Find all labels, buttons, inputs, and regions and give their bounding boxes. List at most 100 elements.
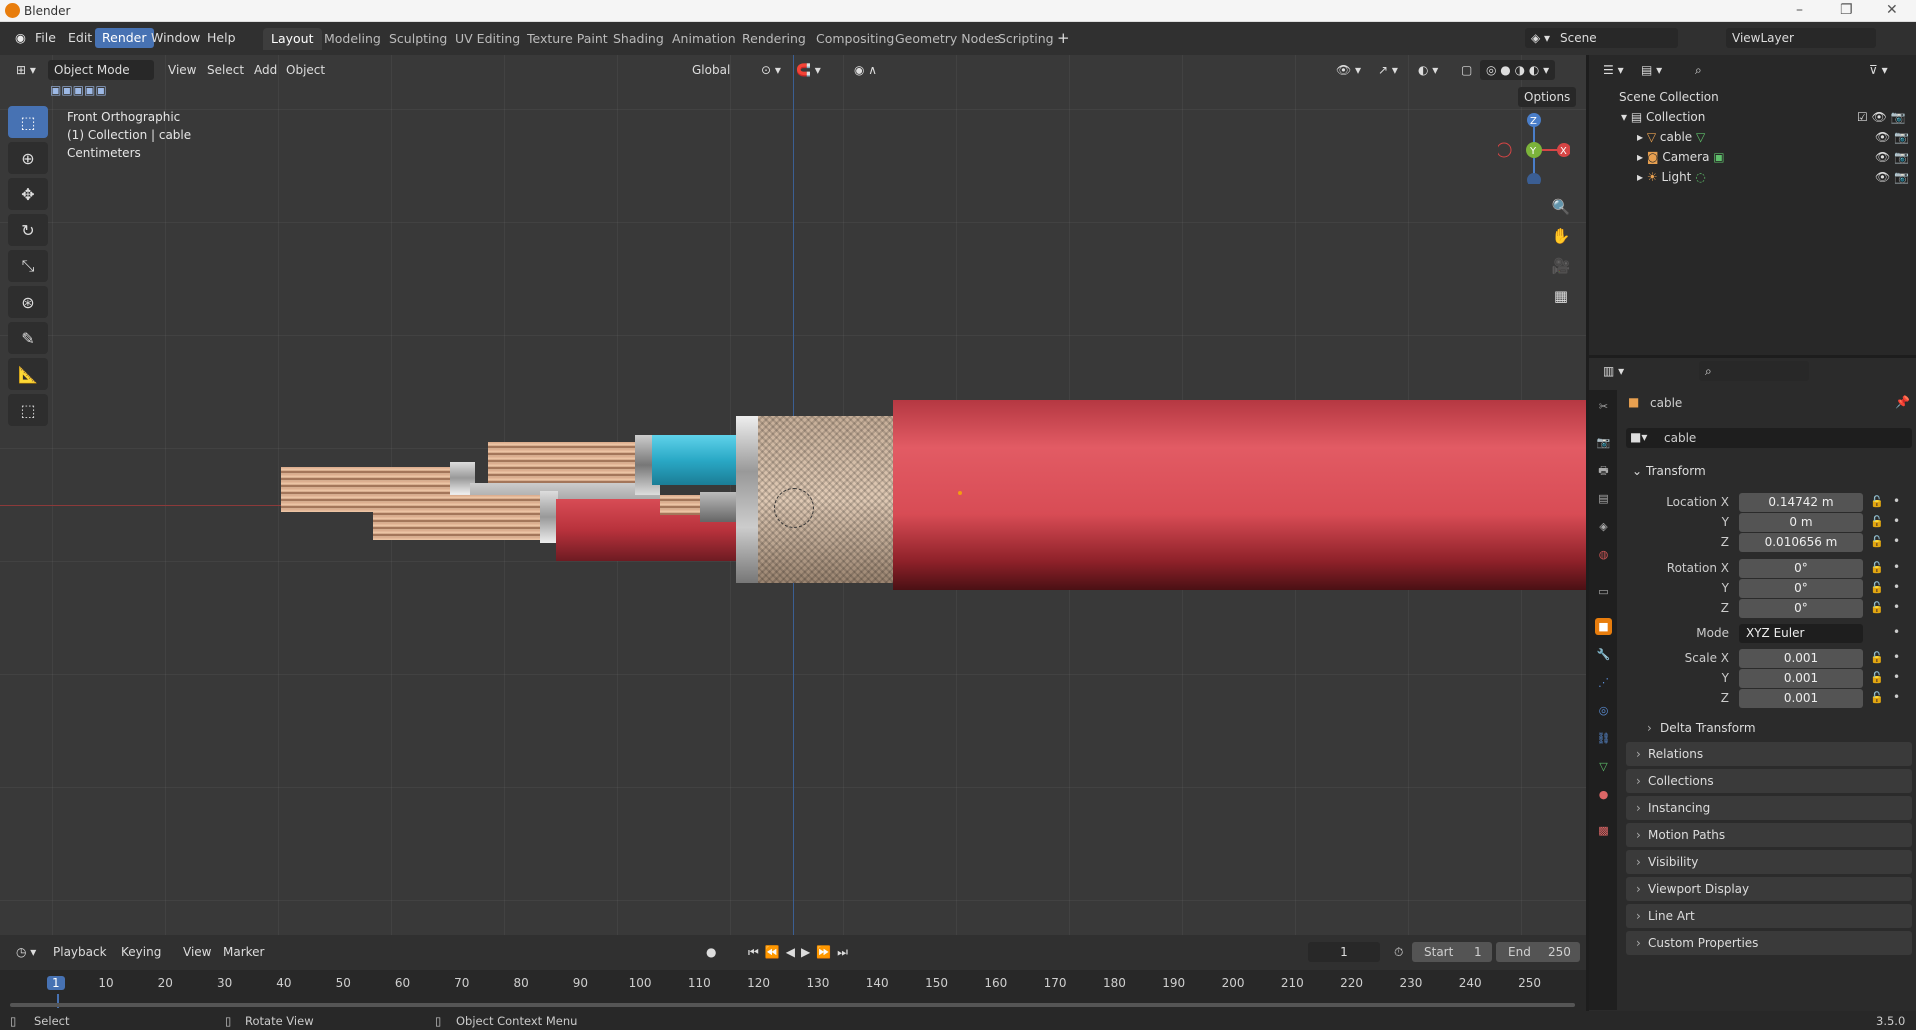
timeline-menu-playback[interactable]: Playback bbox=[48, 942, 112, 962]
keyframe-dot-icon[interactable]: • bbox=[1893, 494, 1900, 508]
panel-motion-paths[interactable]: Motion Paths bbox=[1626, 823, 1912, 847]
panel-line-art[interactable]: Line Art bbox=[1626, 904, 1912, 928]
texture-tab-icon[interactable]: ▩ bbox=[1595, 822, 1612, 839]
menu-file[interactable]: File bbox=[28, 28, 63, 48]
outliner-search[interactable]: ⌕ bbox=[1689, 60, 1789, 80]
maximize-icon[interactable]: ❐ bbox=[1840, 2, 1853, 18]
3d-viewport[interactable] bbox=[0, 55, 1586, 935]
properties-editor-icon[interactable]: ▥ ▾ bbox=[1597, 361, 1630, 381]
scene-tab-icon[interactable]: ◈ bbox=[1595, 518, 1612, 535]
workspace-tab-sculpting[interactable]: Sculpting bbox=[381, 28, 455, 50]
rotation-x-field[interactable]: 0° bbox=[1739, 559, 1863, 578]
keyframe-dot-icon[interactable]: • bbox=[1893, 650, 1900, 664]
location-x-field[interactable]: 0.14742 m bbox=[1739, 493, 1863, 512]
menu-help[interactable]: Help bbox=[200, 28, 243, 48]
panel-relations[interactable]: Relations bbox=[1626, 742, 1912, 766]
timeline-menu-view[interactable]: View bbox=[178, 942, 216, 962]
measure-icon[interactable]: 📐 bbox=[8, 358, 48, 390]
menu-edit[interactable]: Edit bbox=[61, 28, 99, 48]
constraints-tab-icon[interactable]: ⛓ bbox=[1595, 730, 1612, 747]
keyframe-dot-icon[interactable]: • bbox=[1893, 560, 1900, 574]
move-icon[interactable]: ✥ bbox=[8, 178, 48, 210]
lock-icon[interactable]: 🔓 bbox=[1870, 691, 1884, 704]
timeline-editor-icon[interactable]: ◷ ▾ bbox=[10, 942, 42, 962]
particles-tab-icon[interactable]: ⋰ bbox=[1595, 674, 1612, 691]
material-tab-icon[interactable]: ● bbox=[1595, 786, 1612, 803]
timeline-menu-marker[interactable]: Marker bbox=[218, 942, 269, 962]
modifier-tab-icon[interactable]: 🔧 bbox=[1595, 646, 1612, 663]
panel-instancing[interactable]: Instancing bbox=[1626, 796, 1912, 820]
tool-tab-icon[interactable]: ✂ bbox=[1595, 398, 1612, 415]
proportional-edit-icon[interactable]: ◉ ∧ bbox=[848, 60, 883, 80]
properties-search[interactable]: ⌕ bbox=[1699, 361, 1809, 381]
workspace-tab-uv-editing[interactable]: UV Editing bbox=[447, 28, 528, 50]
options-button[interactable]: Options bbox=[1518, 87, 1577, 107]
scene-collection-row[interactable]: Scene Collection bbox=[1589, 87, 1916, 107]
scale-x-field[interactable]: 0.001 bbox=[1739, 649, 1863, 668]
lock-icon[interactable]: 🔓 bbox=[1870, 671, 1884, 684]
menu-window[interactable]: Window bbox=[144, 28, 207, 48]
record-icon[interactable]: ● bbox=[700, 942, 722, 962]
snap-icon[interactable]: 🧲 ▾ bbox=[790, 60, 827, 80]
viewport-menu-view[interactable]: View bbox=[163, 60, 201, 80]
rotation-z-field[interactable]: 0° bbox=[1739, 599, 1863, 618]
collection-tab-icon[interactable]: ▭ bbox=[1595, 583, 1612, 600]
display-mode-icon[interactable]: ▤ ▾ bbox=[1635, 60, 1668, 80]
outliner-item-light[interactable]: ▸ ☀ Light ◌ 👁 📷 bbox=[1589, 167, 1916, 187]
scale-icon[interactable]: ⤡ bbox=[8, 250, 48, 282]
annotate-icon[interactable]: ✎ bbox=[8, 322, 48, 354]
end-frame-field[interactable]: End 250 bbox=[1496, 942, 1580, 962]
panel-viewport-display[interactable]: Viewport Display bbox=[1626, 877, 1912, 901]
keyframe-dot-icon[interactable]: • bbox=[1893, 600, 1900, 614]
visibility-controls[interactable]: ☑ 👁 📷 bbox=[1857, 107, 1906, 127]
rotation-mode-select[interactable]: XYZ Euler bbox=[1739, 624, 1863, 643]
keyframe-dot-icon[interactable]: • bbox=[1893, 514, 1900, 528]
viewport-menu-select[interactable]: Select bbox=[202, 60, 249, 80]
world-tab-icon[interactable]: ◍ bbox=[1595, 546, 1612, 563]
add-workspace-icon[interactable]: + bbox=[1050, 28, 1077, 48]
outliner-item-camera[interactable]: ▸ ◙ Camera ▣ 👁 📷 bbox=[1589, 147, 1916, 167]
viewport-menu-add[interactable]: Add bbox=[249, 60, 282, 80]
workspace-tab-layout[interactable]: Layout bbox=[263, 28, 322, 50]
pin-icon[interactable]: 📌 bbox=[1895, 395, 1910, 409]
lock-icon[interactable]: 🔓 bbox=[1870, 495, 1884, 508]
visibility-controls[interactable]: 👁 📷 bbox=[1875, 127, 1909, 147]
location-z-field[interactable]: 0.010656 m bbox=[1739, 533, 1863, 552]
rotation-y-field[interactable]: 0° bbox=[1739, 579, 1863, 598]
filter-icon[interactable]: ⊽ ▾ bbox=[1863, 60, 1894, 80]
viewlayer-selector[interactable]: ViewLayer bbox=[1726, 28, 1876, 48]
add-cube-icon[interactable]: ⬚ bbox=[8, 394, 48, 426]
ortho-grid-icon[interactable]: ▦ bbox=[1546, 281, 1576, 311]
visibility-icon[interactable]: 👁 ▾ bbox=[1330, 60, 1367, 80]
current-frame-field[interactable]: 1 bbox=[1308, 942, 1380, 962]
start-frame-field[interactable]: Start 1 bbox=[1412, 942, 1492, 962]
output-tab-icon[interactable]: 🖶 bbox=[1595, 462, 1612, 479]
xray-icon[interactable]: ▢ bbox=[1455, 60, 1478, 80]
lock-icon[interactable]: 🔓 bbox=[1870, 561, 1884, 574]
object-tab-icon[interactable]: ■ bbox=[1595, 618, 1612, 635]
zoom-icon[interactable]: 🔍 bbox=[1546, 192, 1576, 222]
select-mode-icons[interactable]: ▣▣▣▣▣ bbox=[44, 80, 113, 100]
transform-panel-header[interactable]: ⌄ Transform bbox=[1626, 460, 1912, 482]
workspace-tab-modeling[interactable]: Modeling bbox=[316, 28, 389, 50]
keyframe-dot-icon[interactable]: • bbox=[1893, 580, 1900, 594]
panel-visibility[interactable]: Visibility bbox=[1626, 850, 1912, 874]
keyframe-dot-icon[interactable]: • bbox=[1893, 690, 1900, 704]
panel-collections[interactable]: Collections bbox=[1626, 769, 1912, 793]
lock-icon[interactable]: 🔓 bbox=[1870, 535, 1884, 548]
navigation-gizmo[interactable]: Z X Y bbox=[1496, 112, 1571, 187]
object-datablock[interactable]: ■▾ cable bbox=[1626, 428, 1912, 448]
keyframe-dot-icon[interactable]: • bbox=[1893, 670, 1900, 684]
view-layer-tab-icon[interactable]: ▤ bbox=[1595, 490, 1612, 507]
outliner-editor-icon[interactable]: ☰ ▾ bbox=[1597, 60, 1630, 80]
shading-modes-icon[interactable]: ◎ ● ◑ ◐ ▾ bbox=[1480, 60, 1556, 80]
lock-icon[interactable]: 🔓 bbox=[1870, 581, 1884, 594]
datablock-icon[interactable]: ■▾ bbox=[1630, 430, 1647, 444]
scale-y-field[interactable]: 0.001 bbox=[1739, 669, 1863, 688]
pan-hand-icon[interactable]: ✋ bbox=[1546, 221, 1576, 251]
gizmo-icon[interactable]: ↗ ▾ bbox=[1372, 60, 1404, 80]
scene-selector[interactable]: Scene bbox=[1554, 28, 1678, 48]
playback-controls[interactable]: ⏮⏪◀▶⏩⏭ bbox=[742, 942, 860, 962]
visibility-controls[interactable]: 👁 📷 bbox=[1875, 167, 1909, 187]
delta-transform-panel[interactable]: › Delta Transform bbox=[1644, 718, 1904, 738]
